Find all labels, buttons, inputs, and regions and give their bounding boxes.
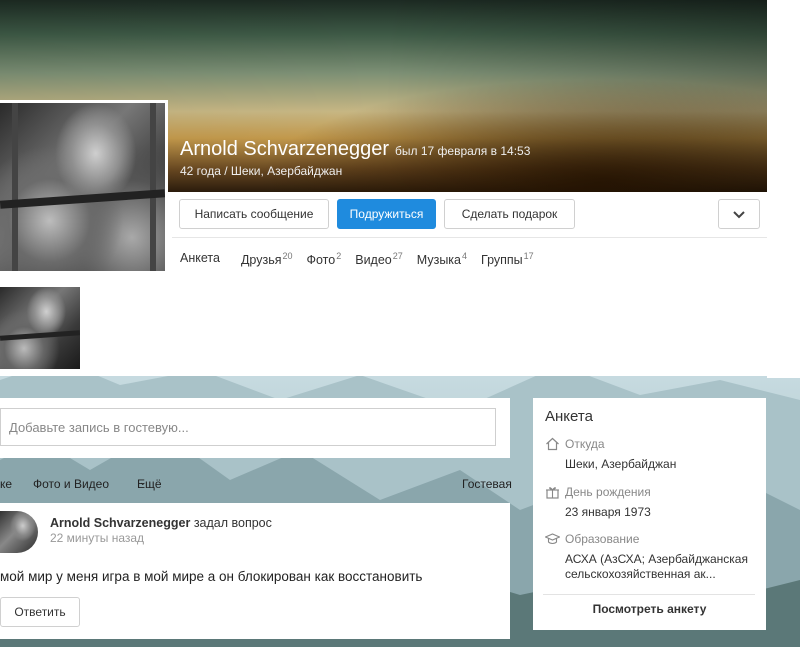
profile-name[interactable]: Arnold Schvarzenegger (180, 138, 389, 160)
chevron-down-icon: ⌄ (139, 477, 147, 487)
add-friend-button[interactable]: Подружиться (337, 199, 436, 229)
photo-thumbnail[interactable] (0, 287, 80, 369)
tab-count: 17 (523, 251, 534, 261)
feed-tab-photo-video[interactable]: Фото и Видео (33, 477, 109, 491)
gift-icon (546, 487, 559, 499)
tab-count: 2 (336, 251, 342, 261)
tab-label: Фото (306, 253, 336, 267)
tab-count: 4 (462, 251, 468, 261)
tab-photos[interactable]: Фото2 (307, 251, 342, 267)
tab-label: Видео (355, 253, 392, 267)
tab-label: Анкета (180, 251, 220, 265)
chevron-down-icon (733, 211, 745, 219)
divider (543, 594, 755, 595)
tab-label: Музыка (416, 253, 461, 267)
from-value: Шеки, Азербайджан (565, 457, 677, 471)
divider (172, 237, 767, 238)
post-text: мой мир у меня игра в мой мире а он блок… (0, 569, 423, 584)
graduation-cap-icon (545, 533, 560, 545)
feed-tab-guestbook[interactable]: Гостевая (462, 477, 512, 491)
post-card: Arnold Schvarzenegger задал вопрос 22 ми… (0, 503, 510, 639)
tab-video[interactable]: Видео27 (355, 251, 403, 267)
tab-label: Друзья (240, 253, 282, 267)
profile-avatar[interactable] (0, 100, 168, 274)
birthday-label: День рождения (565, 485, 651, 499)
education-value-line2: сельскохозяйственная ак... (565, 567, 716, 581)
from-label: Откуда (565, 437, 605, 451)
post-author-name[interactable]: Arnold Schvarzenegger (50, 516, 190, 530)
view-profile-link[interactable]: Посмотреть анкету (533, 602, 766, 616)
profile-tabs: Анкета Друзья20 Фото2 Видео27 Музыка4 Гр… (180, 251, 548, 267)
education-label: Образование (565, 532, 640, 546)
profile-summary-card: Анкета Откуда Шеки, Азербайджан День рож… (533, 398, 766, 630)
tab-music[interactable]: Музыка4 (417, 251, 467, 267)
post-author-avatar[interactable] (0, 511, 38, 553)
tab-count: 20 (282, 251, 293, 261)
birthday-value: 23 января 1973 (565, 505, 651, 519)
tab-label: Группы (481, 253, 523, 267)
post-header: Arnold Schvarzenegger задал вопрос (50, 516, 272, 530)
message-button[interactable]: Написать сообщение (179, 199, 329, 229)
last-seen: был 17 февраля в 14:53 (395, 144, 531, 158)
tab-groups[interactable]: Группы17 (481, 251, 534, 267)
feed-tab-notes[interactable]: ке (0, 477, 12, 491)
home-icon (546, 437, 559, 451)
education-value-line1: АСХА (АзСХА; Азербайджанская (565, 552, 748, 566)
gift-button[interactable]: Сделать подарок (444, 199, 575, 229)
post-time[interactable]: 22 минуты назад (50, 531, 144, 545)
avatar-photo (0, 103, 165, 271)
feed-tabs: ке Фото и Видео Ещё ⌄ Гостевая (0, 477, 512, 493)
guestbook-card (0, 398, 510, 458)
profile-header: Arnold Schvarzenegger был 17 февраля в 14… (180, 138, 530, 161)
profile-location: 42 года / Шеки, Азербайджан (180, 164, 343, 178)
tab-friends[interactable]: Друзья20 (241, 251, 293, 267)
more-actions-button[interactable] (718, 199, 760, 229)
right-strip (767, 0, 800, 378)
card-title: Анкета (545, 408, 593, 425)
tab-count: 27 (392, 251, 403, 261)
tab-anketa[interactable]: Анкета (180, 251, 220, 267)
post-action: задал вопрос (193, 516, 272, 530)
reply-button[interactable]: Ответить (0, 597, 80, 627)
guestbook-input[interactable] (0, 408, 496, 446)
